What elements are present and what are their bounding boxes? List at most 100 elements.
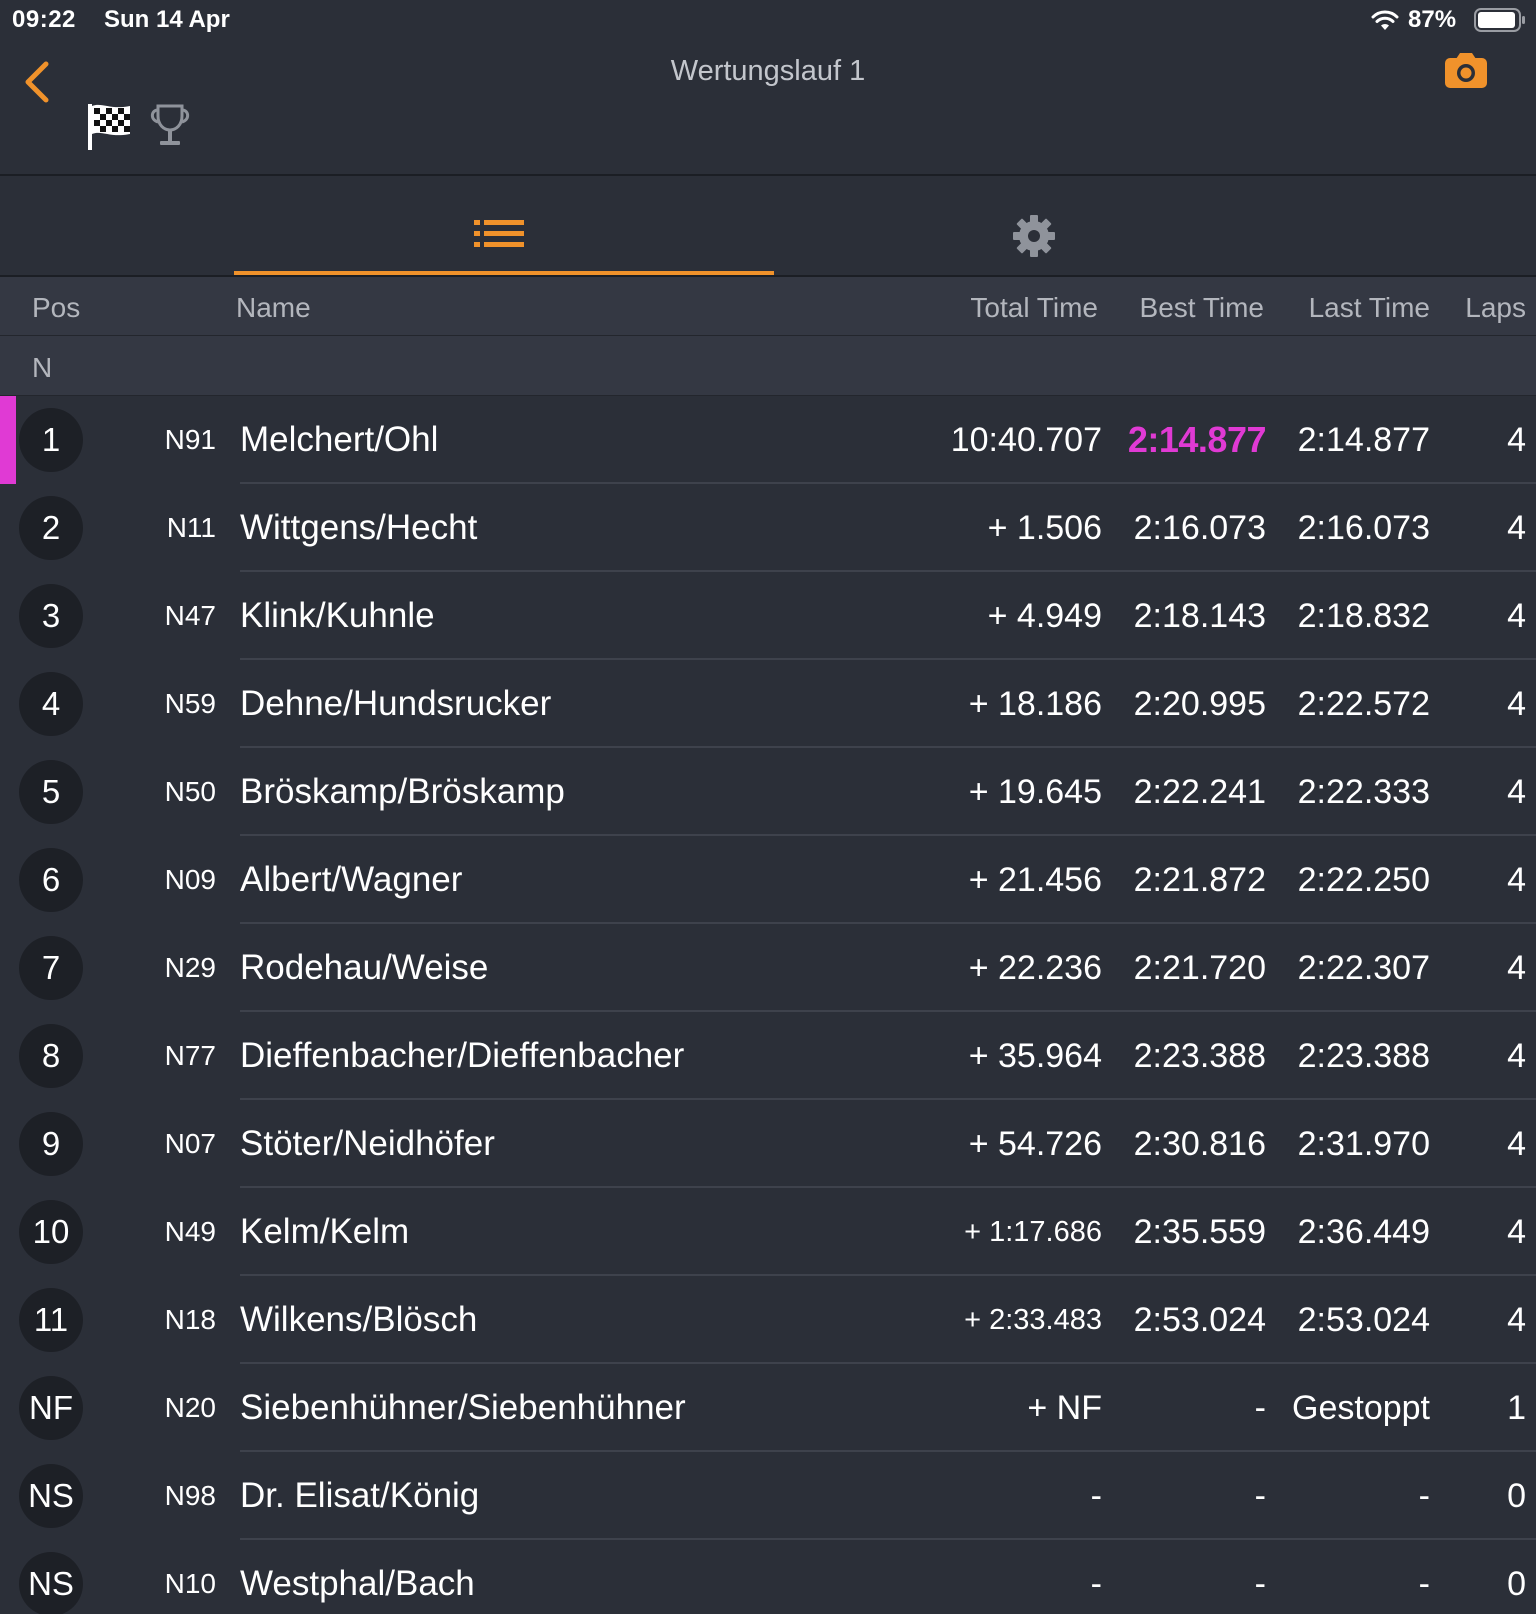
best-time: 2:18.143 bbox=[1133, 597, 1266, 635]
status-time: 09:22 bbox=[12, 6, 76, 33]
status-date: Sun 14 Apr bbox=[104, 6, 230, 33]
results-screen: 09:22 Sun 14 Apr 87% Wertungslauf 1 Pos … bbox=[0, 0, 1536, 1614]
position-badge: 2 bbox=[19, 496, 83, 560]
driver-names: Kelm/Kelm bbox=[240, 1212, 410, 1251]
position-badge: NF bbox=[19, 1376, 83, 1440]
tab-bar bbox=[0, 176, 1536, 277]
best-time: - bbox=[1254, 1565, 1266, 1603]
position-badge: 9 bbox=[19, 1112, 83, 1176]
driver-names: Rodehau/Weise bbox=[240, 948, 489, 987]
driver-names: Siebenhühner/Siebenhühner bbox=[240, 1388, 686, 1427]
trophy-icon[interactable] bbox=[148, 103, 192, 149]
table-row[interactable]: 9 N07 Stöter/Neidhöfer + 54.726 2:30.816… bbox=[0, 1100, 1536, 1188]
driver-names: Klink/Kuhnle bbox=[240, 596, 435, 635]
total-time: + 4.949 bbox=[987, 597, 1102, 635]
table-row[interactable]: NF N20 Siebenhühner/Siebenhühner + NF - … bbox=[0, 1364, 1536, 1452]
table-row[interactable]: 1 N91 Melchert/Ohl 10:40.707 2:14.877 2:… bbox=[0, 396, 1536, 484]
driver-names: Dr. Elisat/König bbox=[240, 1476, 480, 1515]
laps-count: 4 bbox=[1507, 1301, 1526, 1339]
total-time: + 21.456 bbox=[968, 861, 1102, 899]
car-number: N11 bbox=[166, 512, 216, 543]
driver-names: Westphal/Bach bbox=[240, 1564, 475, 1603]
position-badge: 7 bbox=[19, 936, 83, 1000]
checkered-flag-icon[interactable] bbox=[86, 102, 132, 150]
table-row[interactable]: 5 N50 Bröskamp/Bröskamp + 19.645 2:22.24… bbox=[0, 748, 1536, 836]
table-row[interactable]: 3 N47 Klink/Kuhnle + 4.949 2:18.143 2:18… bbox=[0, 572, 1536, 660]
last-time: 2:22.250 bbox=[1297, 861, 1430, 899]
list-icon bbox=[474, 220, 524, 247]
total-time: + 35.964 bbox=[968, 1037, 1102, 1075]
column-header-laps[interactable]: Laps bbox=[1465, 292, 1526, 324]
total-time: + 22.236 bbox=[968, 949, 1102, 987]
position-badge: 8 bbox=[19, 1024, 83, 1088]
last-time: 2:53.024 bbox=[1297, 1301, 1430, 1339]
best-time: 2:21.720 bbox=[1133, 949, 1266, 987]
table-row[interactable]: NS N98 Dr. Elisat/König - - - 0 bbox=[0, 1452, 1536, 1540]
car-number: N50 bbox=[164, 776, 216, 807]
car-number: N47 bbox=[164, 600, 216, 631]
best-time-fastest: 2:14.877 bbox=[1127, 419, 1267, 460]
table-row[interactable]: 4 N59 Dehne/Hundsrucker + 18.186 2:20.99… bbox=[0, 660, 1536, 748]
class-group-label: N bbox=[32, 352, 53, 383]
table-row[interactable]: 2 N11 Wittgens/Hecht + 1.506 2:16.073 2:… bbox=[0, 484, 1536, 572]
camera-icon bbox=[1445, 53, 1487, 88]
total-time: + 2:33.483 bbox=[964, 1304, 1102, 1336]
table-row[interactable]: 11 N18 Wilkens/Blösch + 2:33.483 2:53.02… bbox=[0, 1276, 1536, 1364]
laps-count: 4 bbox=[1507, 1037, 1526, 1075]
position-badge: 10 bbox=[19, 1200, 83, 1264]
laps-count: 4 bbox=[1507, 1213, 1526, 1251]
column-header-name[interactable]: Name bbox=[236, 292, 311, 324]
laps-count: 4 bbox=[1507, 421, 1526, 459]
driver-names: Wittgens/Hecht bbox=[240, 508, 478, 547]
last-time: Gestoppt bbox=[1292, 1389, 1430, 1427]
laps-count: 1 bbox=[1507, 1389, 1526, 1427]
car-number: N98 bbox=[164, 1480, 216, 1511]
best-time: 2:35.559 bbox=[1133, 1213, 1266, 1251]
laps-count: 4 bbox=[1507, 861, 1526, 899]
laps-count: 4 bbox=[1507, 597, 1526, 635]
driver-names: Melchert/Ohl bbox=[240, 420, 439, 459]
column-header-total-time[interactable]: Total Time bbox=[970, 292, 1098, 324]
class-group-header: N bbox=[0, 336, 1536, 396]
driver-names: Dehne/Hundsrucker bbox=[240, 684, 552, 723]
tab-settings[interactable] bbox=[774, 176, 1314, 275]
column-header-best-time[interactable]: Best Time bbox=[1140, 292, 1264, 324]
best-time: - bbox=[1254, 1477, 1266, 1515]
table-row[interactable]: 10 N49 Kelm/Kelm + 1:17.686 2:35.559 2:3… bbox=[0, 1188, 1536, 1276]
car-number: N91 bbox=[164, 424, 216, 455]
table-row[interactable]: 7 N29 Rodehau/Weise + 22.236 2:21.720 2:… bbox=[0, 924, 1536, 1012]
last-time: 2:22.333 bbox=[1297, 773, 1430, 811]
tab-results-list[interactable] bbox=[234, 176, 774, 275]
position-badge: 5 bbox=[19, 760, 83, 824]
active-tab-indicator bbox=[234, 271, 774, 275]
car-number: N18 bbox=[164, 1304, 216, 1335]
battery-icon bbox=[1474, 8, 1525, 32]
best-time: 2:22.241 bbox=[1133, 773, 1266, 811]
total-time: - bbox=[1090, 1565, 1102, 1603]
total-time: 10:40.707 bbox=[950, 421, 1102, 459]
last-time: - bbox=[1418, 1565, 1430, 1603]
driver-names: Dieffenbacher/Dieffenbacher bbox=[240, 1036, 685, 1075]
last-time: 2:22.307 bbox=[1297, 949, 1430, 987]
best-time: 2:16.073 bbox=[1133, 509, 1266, 547]
column-header-pos[interactable]: Pos bbox=[32, 292, 80, 324]
driver-names: Bröskamp/Bröskamp bbox=[240, 772, 565, 811]
position-badge: 3 bbox=[19, 584, 83, 648]
total-time: + 1.506 bbox=[987, 509, 1102, 547]
car-number: N49 bbox=[164, 1216, 216, 1247]
column-header-last-time[interactable]: Last Time bbox=[1309, 292, 1430, 324]
best-time: 2:30.816 bbox=[1133, 1125, 1266, 1163]
position-badge: 1 bbox=[19, 408, 83, 472]
total-time: - bbox=[1090, 1477, 1102, 1515]
car-number: N77 bbox=[164, 1040, 216, 1071]
position-badge: NS bbox=[19, 1552, 83, 1614]
best-time: - bbox=[1254, 1389, 1266, 1427]
position-badge: NS bbox=[19, 1464, 83, 1528]
table-row[interactable]: 8 N77 Dieffenbacher/Dieffenbacher + 35.9… bbox=[0, 1012, 1536, 1100]
table-row[interactable]: NS N10 Westphal/Bach - - - 0 bbox=[0, 1540, 1536, 1614]
total-time: + 18.186 bbox=[968, 685, 1102, 723]
camera-button[interactable] bbox=[1444, 50, 1488, 90]
table-row[interactable]: 6 N09 Albert/Wagner + 21.456 2:21.872 2:… bbox=[0, 836, 1536, 924]
last-time: 2:16.073 bbox=[1297, 509, 1430, 547]
laps-count: 4 bbox=[1507, 685, 1526, 723]
